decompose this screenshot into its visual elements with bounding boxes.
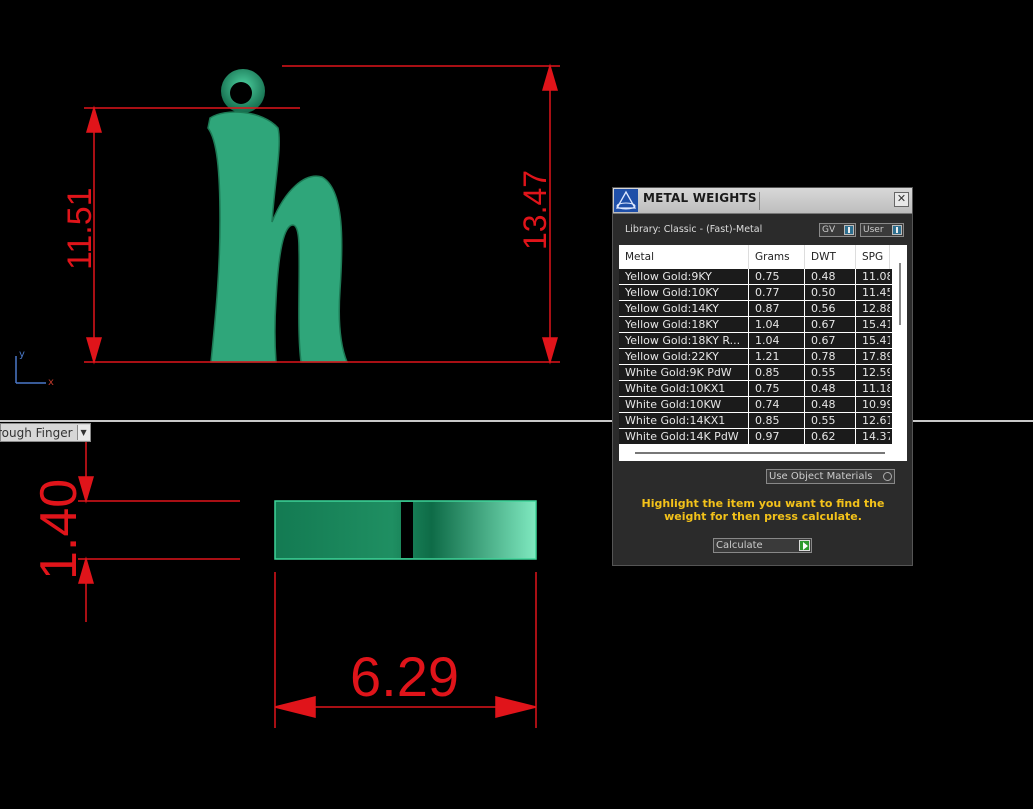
cell-metal: Yellow Gold:10KY (619, 285, 749, 300)
dim-height-letter: 11.51 (61, 187, 99, 270)
cell-grams: 1.04 (749, 333, 805, 348)
cell-dwt: 0.55 (805, 365, 856, 380)
cell-grams: 0.77 (749, 285, 805, 300)
toggle-switch-icon (844, 225, 854, 235)
cell-dwt: 0.50 (805, 285, 856, 300)
use-object-materials-label: Use Object Materials (769, 471, 873, 482)
axis-gizmo: y x (15, 349, 54, 388)
close-icon[interactable]: ✕ (894, 192, 909, 207)
library-label: Library: Classic - (Fast)-Metal (625, 224, 763, 235)
panel-title: METAL WEIGHTS (643, 191, 757, 205)
cell-metal: Yellow Gold:14KY (619, 301, 749, 316)
calculate-button[interactable]: Calculate (713, 538, 812, 553)
use-object-materials-toggle[interactable]: Use Object Materials (766, 469, 895, 484)
metal-weights-panel: METAL WEIGHTS ✕ Library: Classic - (Fast… (612, 187, 913, 566)
horizontal-scrollbar[interactable] (635, 452, 885, 454)
cell-dwt: 0.78 (805, 349, 856, 364)
chevron-down-icon[interactable]: ▼ (76, 425, 90, 440)
table-row[interactable]: Yellow Gold:9KY0.750.48 11.08 (619, 269, 892, 285)
cell-grams: 0.87 (749, 301, 805, 316)
cell-metal: Yellow Gold:18KY R... (619, 333, 749, 348)
dim-height-total: 13.47 (517, 170, 553, 250)
cell-dwt: 0.48 (805, 269, 856, 284)
cell-metal: White Gold:9K PdW (619, 365, 749, 380)
cell-grams: 0.74 (749, 397, 805, 412)
table-row[interactable]: Yellow Gold:10KY0.770.50 11.45 (619, 285, 892, 301)
table-row[interactable]: White Gold:9K PdW0.850.55 12.59 (619, 365, 892, 381)
radio-icon (883, 472, 892, 481)
cell-dwt: 0.56 (805, 301, 856, 316)
dim-thickness: 1.40 (30, 479, 88, 580)
cell-dwt: 0.48 (805, 397, 856, 412)
table-row[interactable]: Yellow Gold:18KY R...1.040.67 15.41 (619, 333, 892, 349)
cell-dwt: 0.67 (805, 317, 856, 332)
cell-metal: White Gold:10KX1 (619, 381, 749, 396)
viewport-label[interactable]: rough Finger ▼ (0, 423, 91, 442)
table-body: Yellow Gold:9KY0.750.4811.08Yellow Gold:… (619, 269, 892, 445)
cell-spg: 17.89 (862, 350, 890, 363)
titlebar-separator (759, 192, 760, 210)
cell-spg: 15.41 (862, 318, 890, 331)
cell-metal: White Gold:14K PdW (619, 429, 749, 444)
panel-titlebar[interactable]: METAL WEIGHTS ✕ (613, 188, 912, 214)
letter-h-shape (207, 111, 349, 363)
table-header: Metal Grams DWT SPG (619, 245, 907, 269)
cell-dwt: 0.48 (805, 381, 856, 396)
vertical-scrollbar[interactable] (899, 263, 901, 325)
gv-toggle[interactable]: GV (819, 223, 856, 237)
cell-metal: Yellow Gold:22KY (619, 349, 749, 364)
cell-spg: 14.37 (862, 430, 890, 443)
table-row[interactable]: Yellow Gold:14KY0.870.56 12.88 (619, 301, 892, 317)
calculate-label: Calculate (716, 540, 763, 551)
viewport-label-text: rough Finger (0, 425, 73, 440)
user-toggle[interactable]: User (860, 223, 904, 237)
gv-toggle-label: GV (822, 225, 836, 235)
table-row[interactable]: White Gold:14K PdW0.970.62 14.37 (619, 429, 892, 445)
table-row[interactable]: White Gold:14KX10.850.55 12.61 (619, 413, 892, 429)
metal-table[interactable]: Metal Grams DWT SPG Yellow Gold:9KY 0.75 0… (619, 245, 907, 461)
table-row[interactable]: Yellow Gold:22KY1.210.78 17.89 (619, 349, 892, 365)
cell-metal: Yellow Gold:18KY (619, 317, 749, 332)
column-header-grams[interactable]: Grams (749, 245, 805, 269)
axis-y-label: y (19, 349, 25, 360)
cell-spg: 12.61 (862, 414, 890, 427)
cell-grams: 0.85 (749, 413, 805, 428)
axis-x-label: x (48, 377, 54, 388)
instruction-text: Highlight the item you want to find the … (641, 497, 885, 523)
cell-metal: White Gold:14KX1 (619, 413, 749, 428)
cell-spg: 12.88 (862, 302, 890, 315)
column-header-dwt[interactable]: DWT (805, 245, 856, 269)
column-header-spg[interactable]: SPG (856, 245, 890, 269)
toggle-switch-icon (892, 225, 902, 235)
cell-grams: 0.97 (749, 429, 805, 444)
cell-spg: 10.99 (862, 398, 890, 411)
cell-dwt: 0.55 (805, 413, 856, 428)
cell-metal: Yellow Gold:9KY (619, 269, 749, 284)
cell-dwt: 0.62 (805, 429, 856, 444)
cell-spg: 12.59 (862, 366, 890, 379)
cell-grams: 0.85 (749, 365, 805, 380)
pendant-model-top (207, 69, 349, 363)
dim-width: 6.29 (350, 645, 459, 708)
column-header-metal[interactable]: Metal (619, 245, 749, 269)
cell-grams: 0.75 (749, 381, 805, 396)
cell-grams: 0.75 (749, 269, 805, 284)
app-logo-icon (614, 189, 638, 212)
cell-metal: White Gold:10KW (619, 397, 749, 412)
table-row[interactable]: White Gold:10KX10.750.48 11.18 (619, 381, 892, 397)
cell-spg: 15.41 (862, 334, 890, 347)
cell-spg: 11.45 (862, 286, 890, 299)
table-row[interactable]: White Gold:10KW0.740.48 10.99 (619, 397, 892, 413)
cell-spg: 11.18 (862, 382, 890, 395)
cell-spg: 11.08 (862, 270, 890, 283)
play-arrow-icon (799, 540, 810, 551)
user-toggle-label: User (863, 225, 884, 235)
cell-dwt: 0.67 (805, 333, 856, 348)
cell-grams: 1.04 (749, 317, 805, 332)
pendant-model-side (274, 500, 537, 560)
cell-grams: 1.21 (749, 349, 805, 364)
table-row[interactable]: Yellow Gold:18KY1.040.67 15.41 (619, 317, 892, 333)
